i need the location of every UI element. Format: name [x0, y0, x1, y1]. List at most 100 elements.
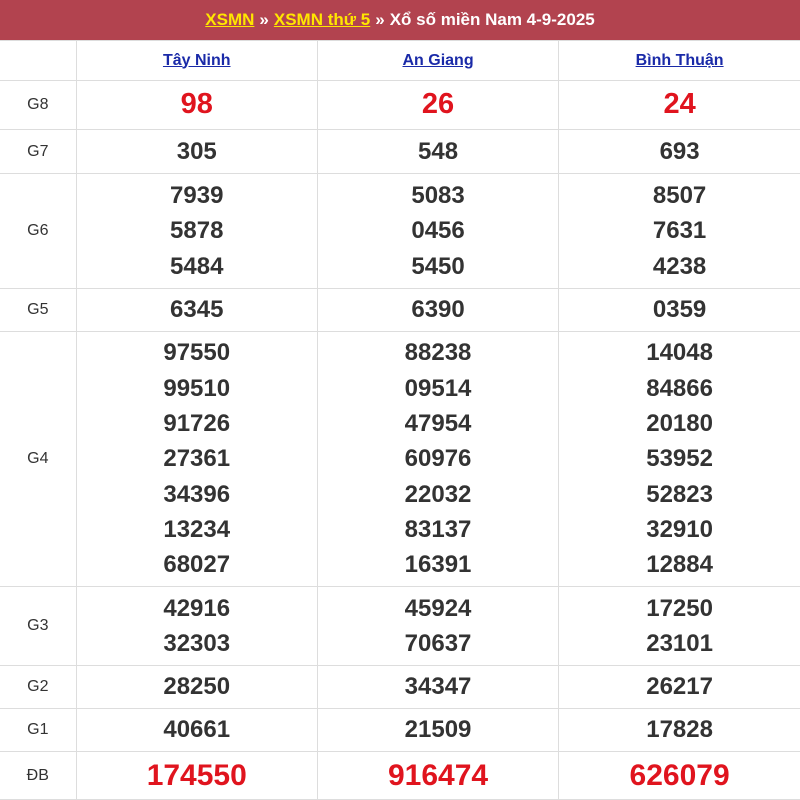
prize-number: 693 [659, 137, 700, 165]
prize-number: 0456 [411, 217, 465, 245]
prize-cell: 24 [558, 80, 800, 130]
prize-row-g5: G5 6345 6390 0359 [0, 288, 800, 332]
prize-number: 0359 [652, 296, 707, 324]
province-link-tay-ninh[interactable]: Tây Ninh [163, 52, 231, 69]
prize-cell: 45924 70637 [316, 586, 560, 666]
prize-cell: 26 [316, 80, 560, 130]
prize-label: G3 [0, 586, 77, 666]
province-header: Bình Thuận [558, 40, 800, 81]
prize-label: G1 [0, 708, 77, 752]
prize-cell: 6390 [316, 288, 560, 332]
breadcrumb-separator: » [259, 10, 269, 29]
prize-cell: 6345 [75, 288, 318, 332]
prize-row-g7: G7 305 548 693 [0, 129, 800, 174]
xsmn-link[interactable]: XSMN [205, 10, 254, 30]
prize-number: 34347 [404, 673, 472, 701]
prize-label: G8 [0, 80, 77, 130]
results-table: Tây Ninh An Giang Bình Thuận G8 98 26 24 G7 3… [0, 40, 800, 800]
prize-number: 09514 [404, 374, 472, 402]
prize-number: 5083 [411, 182, 465, 210]
prize-cell: 916474 [316, 751, 560, 800]
prize-number: 5450 [411, 252, 465, 280]
corner-cell [0, 40, 77, 81]
prize-number: 305 [176, 137, 217, 165]
province-link-binh-thuan[interactable]: Bình Thuận [636, 52, 724, 69]
prize-cell: 21509 [316, 708, 560, 752]
prize-number: 6390 [411, 296, 465, 324]
prize-number: 16391 [404, 551, 472, 579]
prize-cell: 17250 23101 [558, 586, 800, 666]
prize-number: 17828 [646, 716, 713, 744]
prize-cell: 26217 [558, 665, 800, 709]
prize-number: 52823 [646, 480, 713, 508]
prize-number: 47954 [404, 410, 472, 438]
prize-cell: 34347 [316, 665, 560, 709]
prize-cell: 98 [75, 80, 318, 130]
prize-cell: 305 [75, 129, 318, 174]
prize-number: 916474 [387, 758, 489, 792]
prize-number: 20180 [646, 410, 713, 438]
prize-number: 21509 [404, 716, 472, 744]
prize-number: 626079 [629, 758, 730, 792]
prize-number: 60976 [404, 445, 472, 473]
prize-number: 23101 [646, 630, 713, 657]
province-header-row: Tây Ninh An Giang Bình Thuận [0, 40, 800, 81]
prize-cell: 548 [316, 129, 560, 174]
prize-cell: 174550 [75, 751, 318, 800]
prize-number: 8507 [652, 182, 707, 210]
breadcrumb-separator: » [375, 10, 385, 29]
prize-label: ĐB [0, 751, 77, 800]
prize-cell: 693 [558, 129, 800, 174]
prize-cell: 88238 09514 47954 60976 22032 83137 16391 [316, 331, 560, 587]
page-title: Xổ số miền Nam 4-9-2025 [389, 10, 595, 29]
prize-number: 5878 [170, 217, 224, 245]
prize-number: 84866 [646, 374, 713, 402]
prize-cell: 42916 32303 [75, 586, 318, 666]
prize-number: 32910 [646, 515, 713, 543]
prize-label: G5 [0, 288, 77, 332]
province-header: Tây Ninh [75, 40, 318, 81]
prize-row-g2: G2 28250 34347 26217 [0, 665, 800, 709]
prize-number: 91726 [163, 410, 231, 438]
prize-number: 17250 [646, 594, 713, 622]
prize-label: G7 [0, 129, 77, 174]
prize-cell: 0359 [558, 288, 800, 332]
prize-cell: 40661 [75, 708, 318, 752]
prize-number: 88238 [404, 339, 472, 367]
prize-row-g4: G4 97550 99510 91726 27361 34396 13234 68027 882… [0, 331, 800, 587]
prize-number: 26 [421, 88, 455, 121]
prize-row-g1: G1 40661 21509 17828 [0, 708, 800, 752]
prize-number: 7631 [652, 217, 707, 245]
prize-number: 32303 [163, 630, 231, 657]
prize-number: 83137 [404, 515, 472, 543]
prize-number: 27361 [163, 445, 231, 473]
prize-number: 26217 [646, 673, 713, 701]
page-header: XSMN » XSMN thứ 5 » Xổ số miền Nam 4-9-2… [0, 0, 800, 40]
prize-cell: 7939 5878 5484 [75, 173, 318, 289]
prize-number: 45924 [404, 594, 472, 622]
prize-number: 28250 [163, 673, 231, 701]
prize-number: 14048 [646, 339, 713, 367]
province-header: An Giang [316, 40, 560, 81]
prize-label: G6 [0, 173, 77, 289]
prize-row-g3: G3 42916 32303 45924 70637 17250 23101 [0, 586, 800, 666]
prize-cell: 17828 [558, 708, 800, 752]
prize-row-g8: G8 98 26 24 [0, 80, 800, 130]
province-link-an-giang[interactable]: An Giang [402, 52, 473, 69]
xsmn-thu5-link[interactable]: XSMN thứ 5 [274, 10, 370, 30]
prize-cell: 626079 [558, 751, 800, 800]
prize-number: 7939 [170, 182, 224, 210]
prize-number: 548 [418, 137, 459, 165]
prize-number: 53952 [646, 445, 713, 473]
prize-cell: 5083 0456 5450 [316, 173, 560, 289]
prize-number: 6345 [170, 296, 224, 324]
prize-number: 98 [180, 88, 213, 121]
prize-row-db: ĐB 174550 916474 626079 [0, 751, 800, 800]
prize-cell: 14048 84866 20180 53952 52823 32910 12884 [558, 331, 800, 587]
prize-cell: 8507 7631 4238 [558, 173, 800, 289]
prize-number: 4238 [652, 252, 707, 280]
prize-number: 13234 [163, 515, 231, 543]
prize-number: 97550 [163, 339, 231, 367]
prize-number: 12884 [646, 551, 713, 579]
prize-label: G2 [0, 665, 77, 709]
